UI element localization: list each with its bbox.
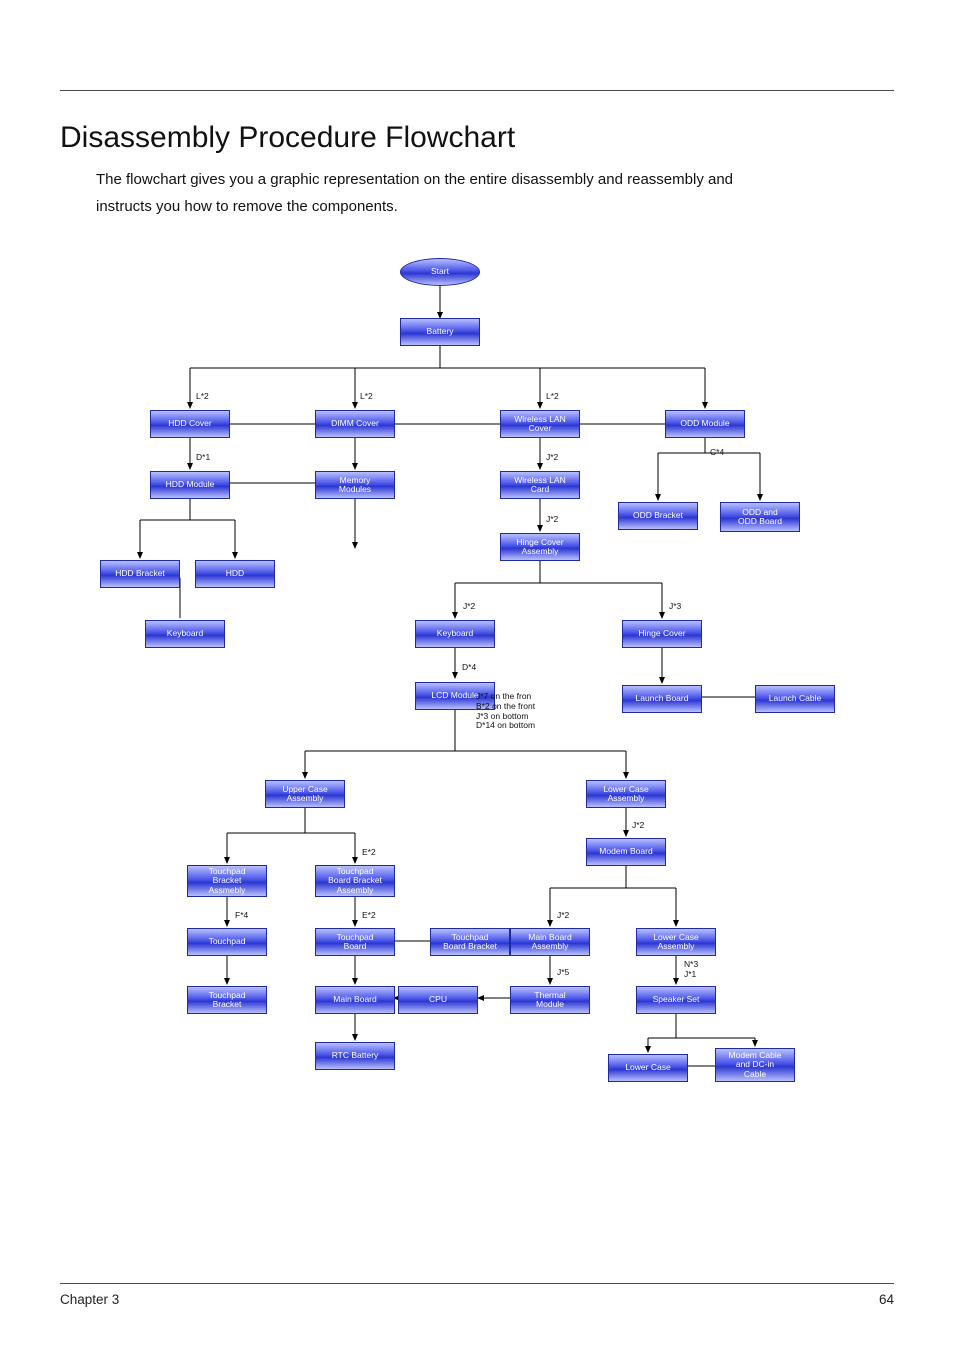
intro-line-1: The flowchart gives you a graphic repres… <box>96 169 894 192</box>
node-hinge-cover-assembly: Hinge Cover Assembly <box>500 533 580 561</box>
label-j2-wlan: J*2 <box>546 453 558 463</box>
node-odd-odd-board: ODD and ODD Board <box>720 502 800 532</box>
node-odd-module: ODD Module <box>665 410 745 438</box>
label-f4: F*4 <box>235 911 248 921</box>
label-j2-kb: J*2 <box>463 602 475 612</box>
footer-chapter: Chapter 3 <box>60 1292 119 1307</box>
node-lower-case-assembly: Lower Case Assembly <box>586 780 666 808</box>
node-odd-bracket: ODD Bracket <box>618 502 698 530</box>
label-l2-wlan: L*2 <box>546 392 559 402</box>
label-j2-modem: J*2 <box>632 821 644 831</box>
node-thermal-module: Thermal Module <box>510 986 590 1014</box>
node-wlan-cover: Wireless LAN Cover <box>500 410 580 438</box>
header-rule <box>60 90 894 91</box>
node-lower-case: Lower Case <box>608 1054 688 1082</box>
flowchart: Start Battery HDD Cover DIMM Cover Wirel… <box>60 258 894 1128</box>
node-launch-board: Launch Board <box>622 685 702 713</box>
node-modem-dcin-cable: Modem Cable and DC-in Cable <box>715 1048 795 1082</box>
node-battery: Battery <box>400 318 480 346</box>
node-hdd: HDD <box>195 560 275 588</box>
label-j2-hinge: J*2 <box>546 515 558 525</box>
intro-line-2: instructs you how to remove the componen… <box>96 196 894 219</box>
label-d4: D*4 <box>462 663 476 673</box>
page-footer: Chapter 3 64 <box>60 1283 894 1307</box>
node-rtc-battery: RTC Battery <box>315 1042 395 1070</box>
node-hdd-module: HDD Module <box>150 471 230 499</box>
label-d1: D*1 <box>196 453 210 463</box>
label-e2-a: E*2 <box>362 848 376 858</box>
label-c4: C*4 <box>710 448 724 458</box>
node-upper-case-assembly: Upper Case Assembly <box>265 780 345 808</box>
node-lower-case-assembly-2: Lower Case Assembly <box>636 928 716 956</box>
label-lcd-follow: J*7 on the fron B*2 on the front J*3 on … <box>476 692 535 731</box>
node-hdd-cover: HDD Cover <box>150 410 230 438</box>
node-touchpad-board-bracket: Touchpad Board Bracket <box>430 928 510 956</box>
node-touchpad-bracket-assembly: Touchpad Bracket Assmebly <box>187 865 267 897</box>
node-keyboard-2: Keyboard <box>415 620 495 648</box>
node-main-board: Main Board <box>315 986 395 1014</box>
node-memory-modules: Memory Modules <box>315 471 395 499</box>
label-l2-hdd: L*2 <box>196 392 209 402</box>
footer-page-number: 64 <box>879 1292 894 1307</box>
node-hinge-cover: Hinge Cover <box>622 620 702 648</box>
node-launch-cable: Launch Cable <box>755 685 835 713</box>
node-keyboard-1: Keyboard <box>145 620 225 648</box>
node-touchpad-board: Touchpad Board <box>315 928 395 956</box>
node-touchpad: Touchpad <box>187 928 267 956</box>
node-dimm-cover: DIMM Cover <box>315 410 395 438</box>
footer-rule <box>60 1283 894 1284</box>
label-j5: J*5 <box>557 968 569 978</box>
node-hdd-bracket: HDD Bracket <box>100 560 180 588</box>
node-cpu: CPU <box>398 986 478 1014</box>
node-modem-board: Modem Board <box>586 838 666 866</box>
page-title: Disassembly Procedure Flowchart <box>60 121 894 155</box>
label-j2-mb: J*2 <box>557 911 569 921</box>
node-wlan-card: Wireless LAN Card <box>500 471 580 499</box>
label-j3-hinge: J*3 <box>669 602 681 612</box>
label-n3-j1: N*3 J*1 <box>684 960 698 980</box>
node-speaker-set: Speaker Set <box>636 986 716 1014</box>
node-main-board-assembly: Main Board Assembly <box>510 928 590 956</box>
label-e2-b: E*2 <box>362 911 376 921</box>
node-start: Start <box>400 258 480 286</box>
label-l2-dimm: L*2 <box>360 392 373 402</box>
node-touchpad-bracket: Touchpad Bracket <box>187 986 267 1014</box>
node-touchpad-board-bracket-assembly: Touchpad Board Bracket Assembly <box>315 865 395 897</box>
